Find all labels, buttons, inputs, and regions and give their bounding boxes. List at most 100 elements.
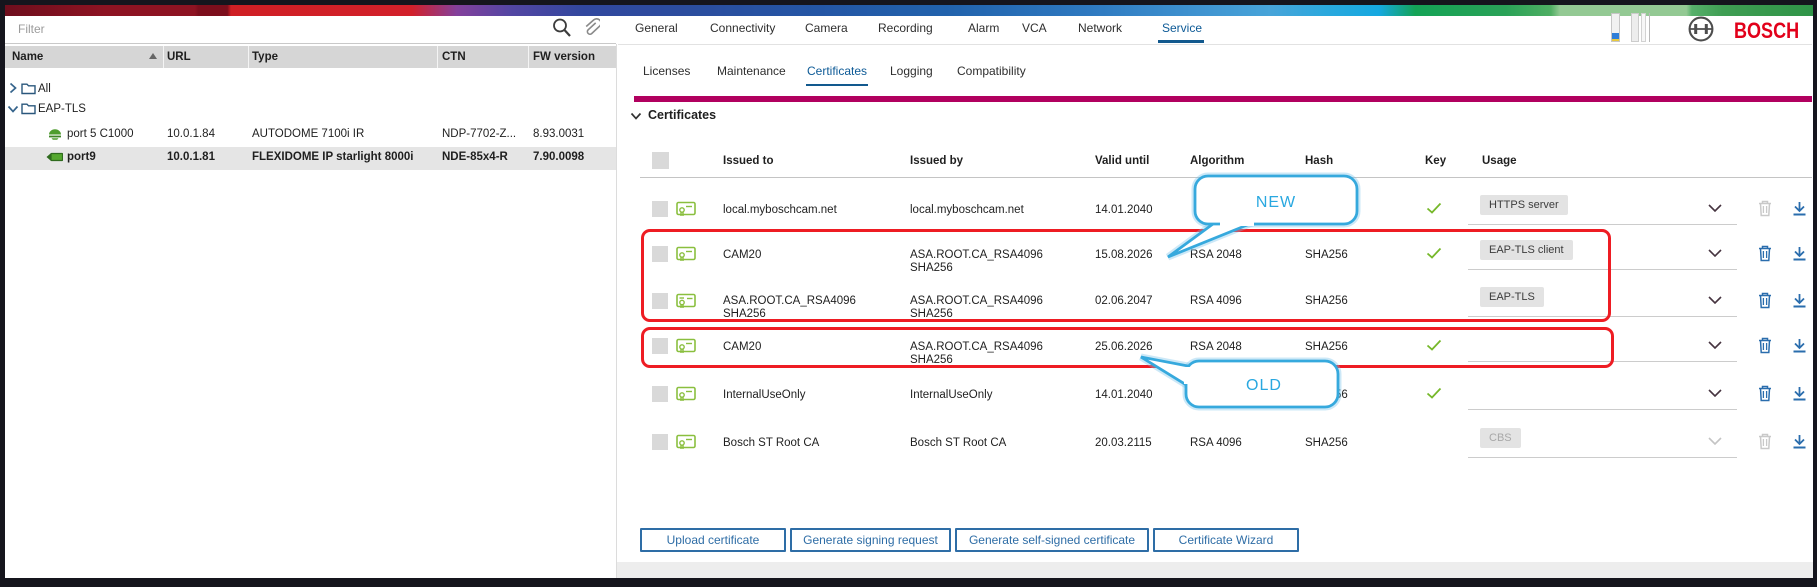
bosch-circle-logo <box>1688 16 1714 42</box>
brand-name: BOSCH <box>1734 18 1799 44</box>
issued-to: Bosch ST Root CA <box>723 437 893 450</box>
tab-network[interactable]: Network <box>1078 21 1122 35</box>
generate-self-signed-button[interactable]: Generate self-signed certificate <box>955 528 1149 552</box>
download-certificate-icon[interactable] <box>1792 338 1807 354</box>
tab-general[interactable]: General <box>635 21 678 35</box>
tab-alarm[interactable]: Alarm <box>968 21 999 35</box>
upload-certificate-button[interactable]: Upload certificate <box>640 528 786 552</box>
usage-dropdown-icon <box>1708 437 1722 445</box>
usage-dropdown-icon[interactable] <box>1708 249 1722 257</box>
col-algorithm: Algorithm <box>1190 155 1244 167</box>
subtab-certificates[interactable]: Certificates <box>807 64 867 78</box>
col-valid-until: Valid until <box>1095 155 1149 167</box>
certificate-icon <box>676 434 696 450</box>
row-checkbox[interactable] <box>652 386 668 402</box>
device-fw[interactable]: 7.90.0098 <box>533 151 584 163</box>
panel-divider <box>616 44 617 578</box>
section-title: Certificates <box>648 108 716 122</box>
sort-ascending-icon[interactable] <box>149 53 157 59</box>
tabbar-underline <box>618 44 1812 45</box>
col-type[interactable]: Type <box>252 51 278 63</box>
device-url[interactable]: 10.0.1.84 <box>167 128 215 140</box>
device-fw[interactable]: 8.93.0031 <box>533 128 584 140</box>
usage-dropdown-icon[interactable] <box>1708 341 1722 349</box>
attach-filter-icon[interactable] <box>582 17 600 39</box>
key-check-icon <box>1426 387 1442 399</box>
col-hash: Hash <box>1305 155 1333 167</box>
delete-certificate-icon[interactable] <box>1757 244 1773 262</box>
subtab-maintenance[interactable]: Maintenance <box>717 64 786 78</box>
col-issued-to: Issued to <box>723 155 773 167</box>
usage-dropdown-icon[interactable] <box>1708 389 1722 397</box>
subtab-compatibility[interactable]: Compatibility <box>957 64 1026 78</box>
old-callout-label: OLD <box>1246 377 1282 394</box>
hash: SHA256 <box>1305 437 1348 450</box>
col-ctn[interactable]: CTN <box>442 51 466 63</box>
bosch-brand-color-bar <box>5 5 1813 16</box>
download-certificate-icon[interactable] <box>1792 386 1807 402</box>
certificate-wizard-button[interactable]: Certificate Wizard <box>1153 528 1299 552</box>
valid-until: 14.01.2040 <box>1095 389 1153 402</box>
download-certificate-icon[interactable] <box>1792 246 1807 262</box>
valid-until: 20.03.2115 <box>1095 437 1152 450</box>
highlight-box-old-cert <box>641 327 1614 368</box>
col-name[interactable]: Name <box>12 51 43 63</box>
certificate-icon <box>676 386 696 402</box>
download-certificate-icon[interactable] <box>1792 201 1807 217</box>
row-checkbox[interactable] <box>652 201 668 217</box>
device-name[interactable]: port 5 C1000 <box>67 128 134 140</box>
select-all-checkbox[interactable] <box>652 152 669 169</box>
section-accent-bar <box>634 96 1812 102</box>
generate-signing-request-button[interactable]: Generate signing request <box>790 528 951 552</box>
col-url[interactable]: URL <box>167 51 191 63</box>
device-type[interactable]: FLEXIDOME IP starlight 8000i <box>252 151 413 163</box>
folder-icon <box>21 103 36 115</box>
layout-slider[interactable] <box>1611 13 1620 42</box>
device-name[interactable]: port9 <box>67 151 96 163</box>
tab-connectivity[interactable]: Connectivity <box>710 21 775 35</box>
key-check-icon <box>1426 202 1442 214</box>
device-type[interactable]: AUTODOME 7100i IR <box>252 128 364 140</box>
device-url[interactable]: 10.0.1.81 <box>167 151 215 163</box>
valid-until: 14.01.2040 <box>1095 204 1153 217</box>
expand-all-icon[interactable] <box>9 82 17 94</box>
certificate-icon <box>676 201 696 217</box>
device-table-header[interactable] <box>5 46 616 68</box>
collapse-section-icon[interactable] <box>630 112 642 120</box>
layout-slider-base <box>1612 39 1619 41</box>
usage-dropdown-icon[interactable] <box>1708 296 1722 304</box>
col-usage: Usage <box>1482 155 1517 167</box>
tab-service-indicator <box>1158 40 1204 43</box>
tab-recording[interactable]: Recording <box>878 21 933 35</box>
tree-item-group[interactable]: EAP-TLS <box>38 103 86 115</box>
usage-dropdown-icon[interactable] <box>1708 204 1722 212</box>
tab-vca[interactable]: VCA <box>1022 21 1047 35</box>
col-fw[interactable]: FW version <box>533 51 595 63</box>
search-icon[interactable] <box>551 17 573 39</box>
delete-certificate-icon[interactable] <box>1757 291 1773 309</box>
collapse-group-icon[interactable] <box>7 105 19 113</box>
filter-input[interactable]: Filter <box>18 22 45 36</box>
tree-item-all[interactable]: All <box>38 83 51 95</box>
issued-by: InternalUseOnly <box>910 389 1070 402</box>
download-certificate-icon[interactable] <box>1792 293 1807 309</box>
algorithm: RSA 4096 <box>1190 437 1242 450</box>
row-checkbox[interactable] <box>652 434 668 450</box>
issued-to: InternalUseOnly <box>723 389 893 402</box>
layout-toggle-3[interactable] <box>1649 13 1650 42</box>
issued-by: local.myboschcam.net <box>910 204 1070 217</box>
configuration-manager-window: Filter General Connectivity Camera Recor… <box>0 0 1817 587</box>
tab-service[interactable]: Service <box>1162 21 1202 35</box>
device-ctn[interactable]: NDP-7702-Z... <box>442 128 516 140</box>
delete-certificate-icon[interactable] <box>1757 336 1773 354</box>
download-certificate-icon[interactable] <box>1792 434 1807 450</box>
delete-certificate-icon[interactable] <box>1757 384 1773 402</box>
layout-toggle-2[interactable] <box>1641 13 1646 42</box>
subtab-logging[interactable]: Logging <box>890 64 933 78</box>
layout-toggle-1[interactable] <box>1631 13 1639 42</box>
new-callout-label: NEW <box>1256 194 1296 211</box>
delete-certificate-icon <box>1757 199 1773 217</box>
tab-camera[interactable]: Camera <box>805 21 848 35</box>
subtab-licenses[interactable]: Licenses <box>643 64 690 78</box>
device-ctn[interactable]: NDE-85x4-R <box>442 151 508 163</box>
